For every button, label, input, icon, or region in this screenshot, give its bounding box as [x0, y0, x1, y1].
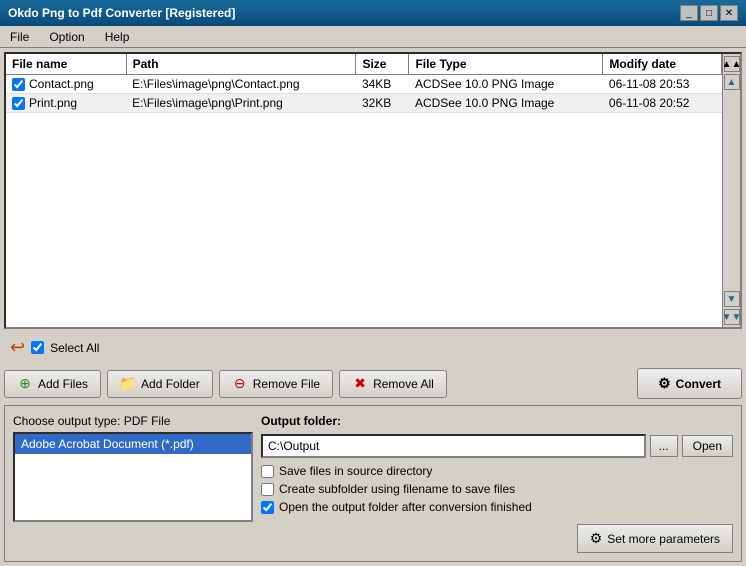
buttons-row: ⊕ Add Files 📁 Add Folder ⊖ Remove File ✖…: [4, 366, 742, 401]
filename-text: Print.png: [29, 96, 77, 110]
convert-icon: ⚙: [658, 375, 671, 392]
scroll-bottom-arrow[interactable]: ▼▼: [724, 309, 740, 325]
cell-path: E:\Files\image\png\Contact.png: [126, 75, 356, 94]
option-checkbox-row: Save files in source directory: [261, 464, 733, 478]
maximize-button[interactable]: □: [700, 5, 718, 21]
add-folder-button[interactable]: 📁 Add Folder: [107, 370, 213, 398]
filename-text: Contact.png: [29, 77, 94, 91]
select-all-checkbox[interactable]: [31, 341, 44, 354]
folder-row: ... Open: [261, 434, 733, 458]
file-table-wrapper: File name Path Size File Type Modify dat…: [6, 54, 722, 327]
table-row: Print.png E:\Files\image\png\Print.png 3…: [6, 94, 722, 113]
output-folder-section: Output folder: ... Open Save files in so…: [261, 414, 733, 553]
option-checkbox-label-0: Save files in source directory: [279, 464, 432, 478]
title-bar: Okdo Png to Pdf Converter [Registered] _…: [0, 0, 746, 26]
checkboxes-container: Save files in source directory Create su…: [261, 464, 733, 514]
set-more-params-button[interactable]: ⚙ Set more parameters: [577, 524, 733, 553]
minimize-button[interactable]: _: [680, 5, 698, 21]
scroll-down-arrow[interactable]: ▼: [724, 291, 740, 307]
menu-option[interactable]: Option: [43, 28, 90, 46]
add-files-button[interactable]: ⊕ Add Files: [4, 370, 101, 398]
window-controls: _ □ ✕: [680, 5, 738, 21]
cell-size: 32KB: [356, 94, 409, 113]
option-checkbox-0[interactable]: [261, 465, 274, 478]
params-gear-icon: ⚙: [590, 530, 603, 547]
remove-file-button[interactable]: ⊖ Remove File: [219, 370, 333, 398]
row-checkbox[interactable]: [12, 97, 25, 110]
select-all-label[interactable]: Select All: [50, 341, 99, 355]
remove-all-button[interactable]: ✖ Remove All: [339, 370, 447, 398]
open-button[interactable]: Open: [682, 435, 733, 457]
file-list-container: File name Path Size File Type Modify dat…: [4, 52, 742, 329]
cell-filetype: ACDSee 10.0 PNG Image: [409, 75, 603, 94]
scroll-up-arrow[interactable]: ▲: [724, 74, 740, 90]
file-table: File name Path Size File Type Modify dat…: [6, 54, 722, 113]
col-filetype: File Type: [409, 54, 603, 75]
remove-all-icon: ✖: [352, 376, 368, 392]
cell-path: E:\Files\image\png\Print.png: [126, 94, 356, 113]
col-modifydate: Modify date: [603, 54, 722, 75]
add-files-icon: ⊕: [17, 376, 33, 392]
cell-modifydate: 06-11-08 20:53: [603, 75, 722, 94]
menu-file[interactable]: File: [4, 28, 35, 46]
row-checkbox[interactable]: [12, 78, 25, 91]
table-row: Contact.png E:\Files\image\png\Contact.p…: [6, 75, 722, 94]
col-filename: File name: [6, 54, 126, 75]
scroll-top-arrow[interactable]: ▲▲: [724, 56, 740, 72]
col-size: Size: [356, 54, 409, 75]
option-checkbox-label-2: Open the output folder after conversion …: [279, 500, 532, 514]
output-type-label: Choose output type: PDF File: [13, 414, 253, 428]
option-checkbox-1[interactable]: [261, 483, 274, 496]
option-checkbox-row: Create subfolder using filename to save …: [261, 482, 733, 496]
option-checkbox-2[interactable]: [261, 501, 274, 514]
bottom-panel: Choose output type: PDF File Adobe Acrob…: [4, 405, 742, 562]
option-checkbox-row: Open the output folder after conversion …: [261, 500, 733, 514]
output-folder-label: Output folder:: [261, 414, 733, 428]
add-folder-icon: 📁: [120, 376, 136, 392]
file-list-scrollbar: ▲▲ ▲ ▼ ▼▼: [722, 54, 740, 327]
back-icon[interactable]: ↩: [10, 337, 25, 358]
output-type-list[interactable]: Adobe Acrobat Document (*.pdf): [13, 432, 253, 522]
app-title: Okdo Png to Pdf Converter [Registered]: [8, 6, 235, 20]
browse-button[interactable]: ...: [650, 435, 678, 457]
convert-button[interactable]: ⚙ Convert: [637, 368, 742, 399]
output-type-section: Choose output type: PDF File Adobe Acrob…: [13, 414, 253, 553]
cell-filetype: ACDSee 10.0 PNG Image: [409, 94, 603, 113]
main-content: File name Path Size File Type Modify dat…: [0, 48, 746, 566]
menu-bar: File Option Help: [0, 26, 746, 48]
select-all-row: ↩ Select All: [4, 333, 742, 362]
output-folder-input[interactable]: [261, 434, 646, 458]
cell-size: 34KB: [356, 75, 409, 94]
option-checkbox-label-1: Create subfolder using filename to save …: [279, 482, 515, 496]
menu-help[interactable]: Help: [99, 28, 136, 46]
cell-modifydate: 06-11-08 20:52: [603, 94, 722, 113]
output-type-item-pdf[interactable]: Adobe Acrobat Document (*.pdf): [15, 434, 251, 454]
cell-filename: Print.png: [6, 94, 126, 113]
remove-file-icon: ⊖: [232, 376, 248, 392]
col-path: Path: [126, 54, 356, 75]
close-button[interactable]: ✕: [720, 5, 738, 21]
cell-filename: Contact.png: [6, 75, 126, 94]
